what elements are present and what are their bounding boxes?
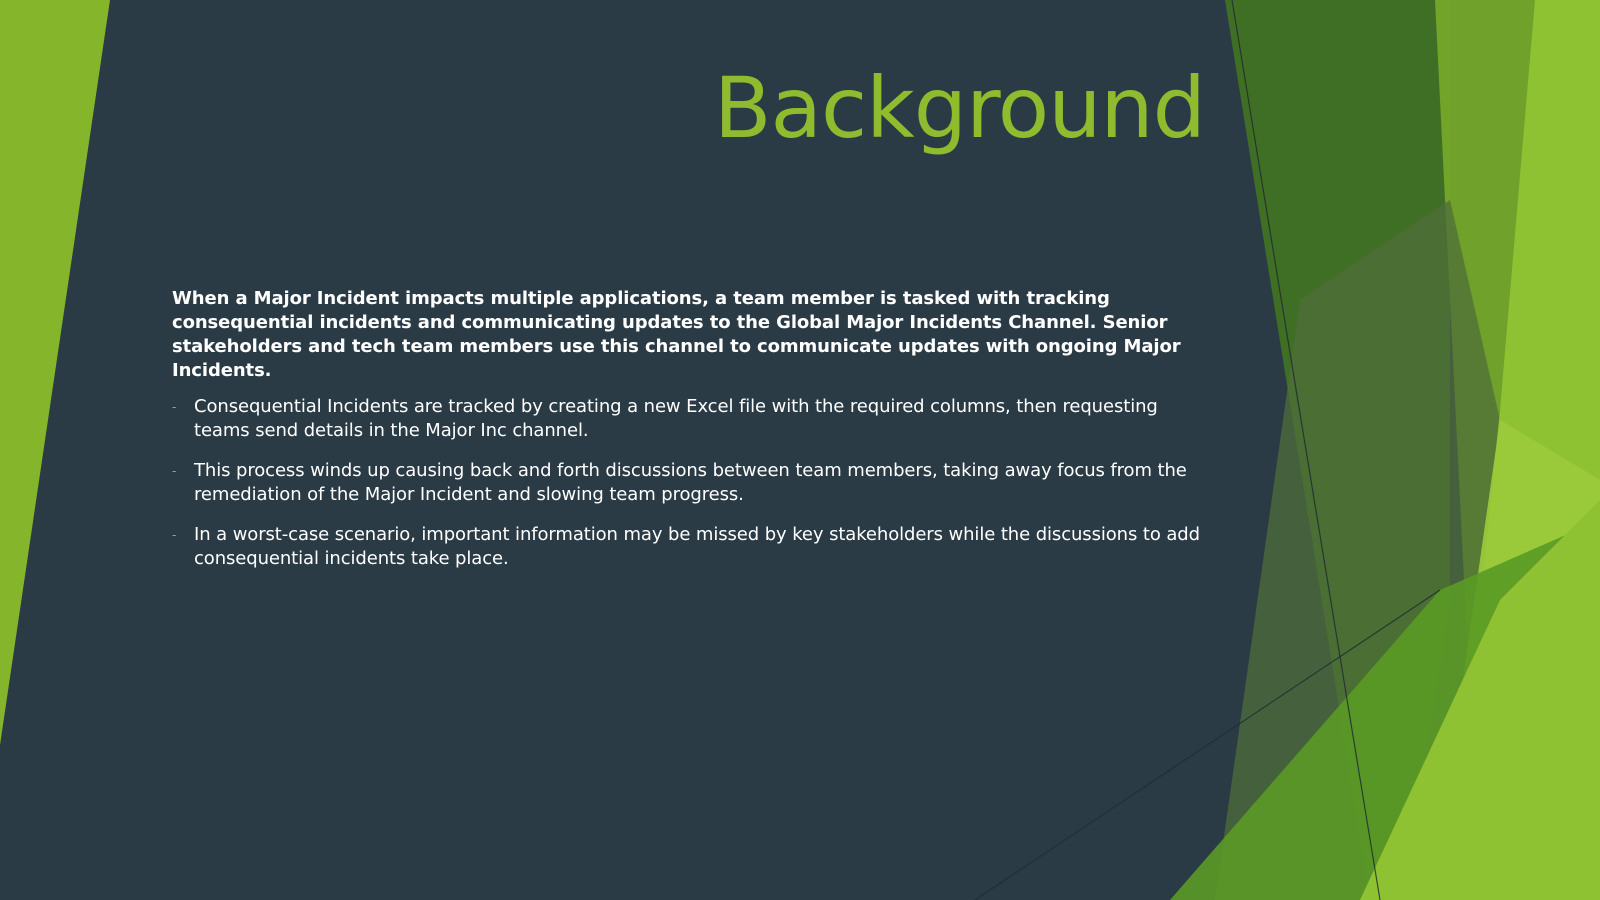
bullet-marker: - (172, 400, 177, 414)
bullet-item: - Consequential Incidents are tracked by… (172, 395, 1212, 443)
bullet-text: Consequential Incidents are tracked by c… (194, 396, 1158, 441)
bullet-marker: - (172, 528, 177, 542)
bullet-item: - In a worst-case scenario, important in… (172, 523, 1212, 571)
bullet-item: - This process winds up causing back and… (172, 459, 1212, 507)
bullet-marker: - (172, 464, 177, 478)
slide-body: When a Major Incident impacts multiple a… (172, 287, 1212, 587)
bullet-text: In a worst-case scenario, important info… (194, 524, 1200, 569)
slide: Background When a Major Incident impacts… (0, 0, 1600, 900)
left-green-band (0, 0, 110, 745)
slide-title: Background (713, 59, 1206, 157)
intro-paragraph: When a Major Incident impacts multiple a… (172, 288, 1181, 381)
bullet-list: - Consequential Incidents are tracked by… (172, 395, 1212, 571)
bullet-text: This process winds up causing back and f… (194, 460, 1187, 505)
